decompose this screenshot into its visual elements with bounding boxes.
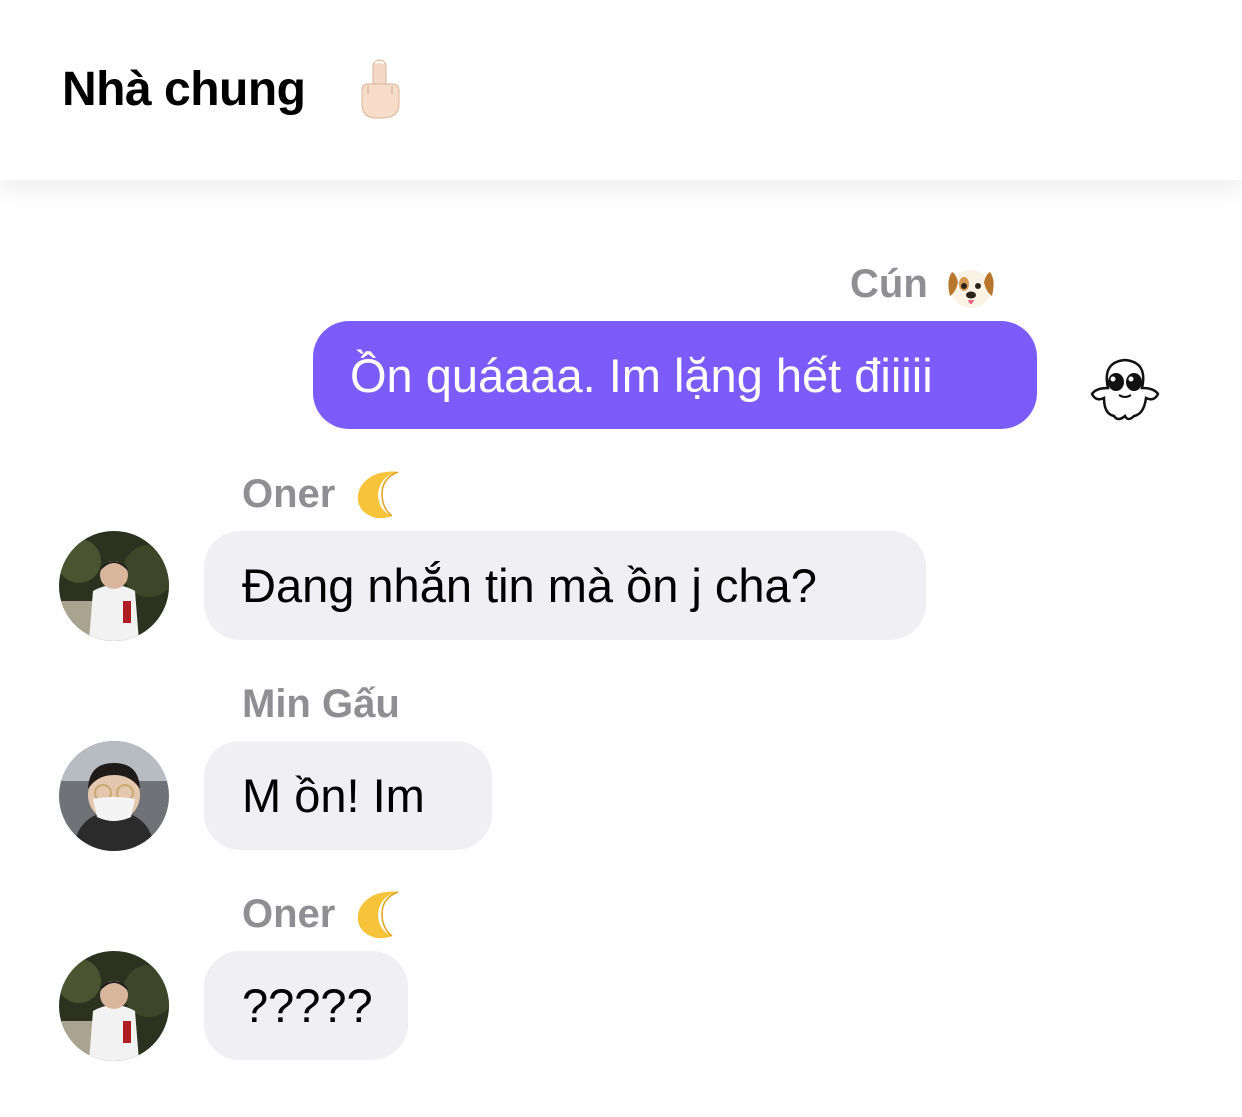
sender-name-min-gau: Min Gấu <box>242 682 400 726</box>
message-bubble-outgoing[interactable]: Ồn quáaaa. Im lặng hết điiiii <box>313 321 1037 429</box>
middle-finger-icon <box>361 59 400 119</box>
crescent-moon-icon <box>357 891 399 939</box>
message-text: M ồn! Im <box>242 769 425 822</box>
message-text: Ồn quáaaa. Im lặng hết điiiii <box>350 348 933 402</box>
message-bubble-incoming[interactable]: M ồn! Im <box>204 741 492 850</box>
oner-avatar[interactable] <box>59 531 169 641</box>
message-text: Đang nhắn tin mà ồn j cha? <box>242 559 817 612</box>
oner-avatar[interactable] <box>59 951 169 1061</box>
sender-name-oner: Oner <box>242 472 336 516</box>
chat-title[interactable]: Nhà chung <box>62 62 306 117</box>
dog-face-icon <box>948 270 994 308</box>
sender-name-cun: Cún <box>850 262 928 306</box>
sender-name-oner: Oner <box>242 892 336 936</box>
crescent-moon-icon <box>357 471 399 519</box>
cute-ghost-sticker-icon[interactable] <box>1088 352 1162 426</box>
min-gau-avatar-image <box>59 741 169 851</box>
oner-avatar-image <box>59 951 169 1061</box>
message-text: ????? <box>242 979 373 1032</box>
oner-avatar-image <box>59 531 169 641</box>
message-bubble-incoming[interactable]: Đang nhắn tin mà ồn j cha? <box>204 531 926 640</box>
message-bubble-incoming[interactable]: ????? <box>204 951 408 1060</box>
chat-header: Nhà chung <box>0 0 1242 180</box>
min-gau-avatar[interactable] <box>59 741 169 851</box>
